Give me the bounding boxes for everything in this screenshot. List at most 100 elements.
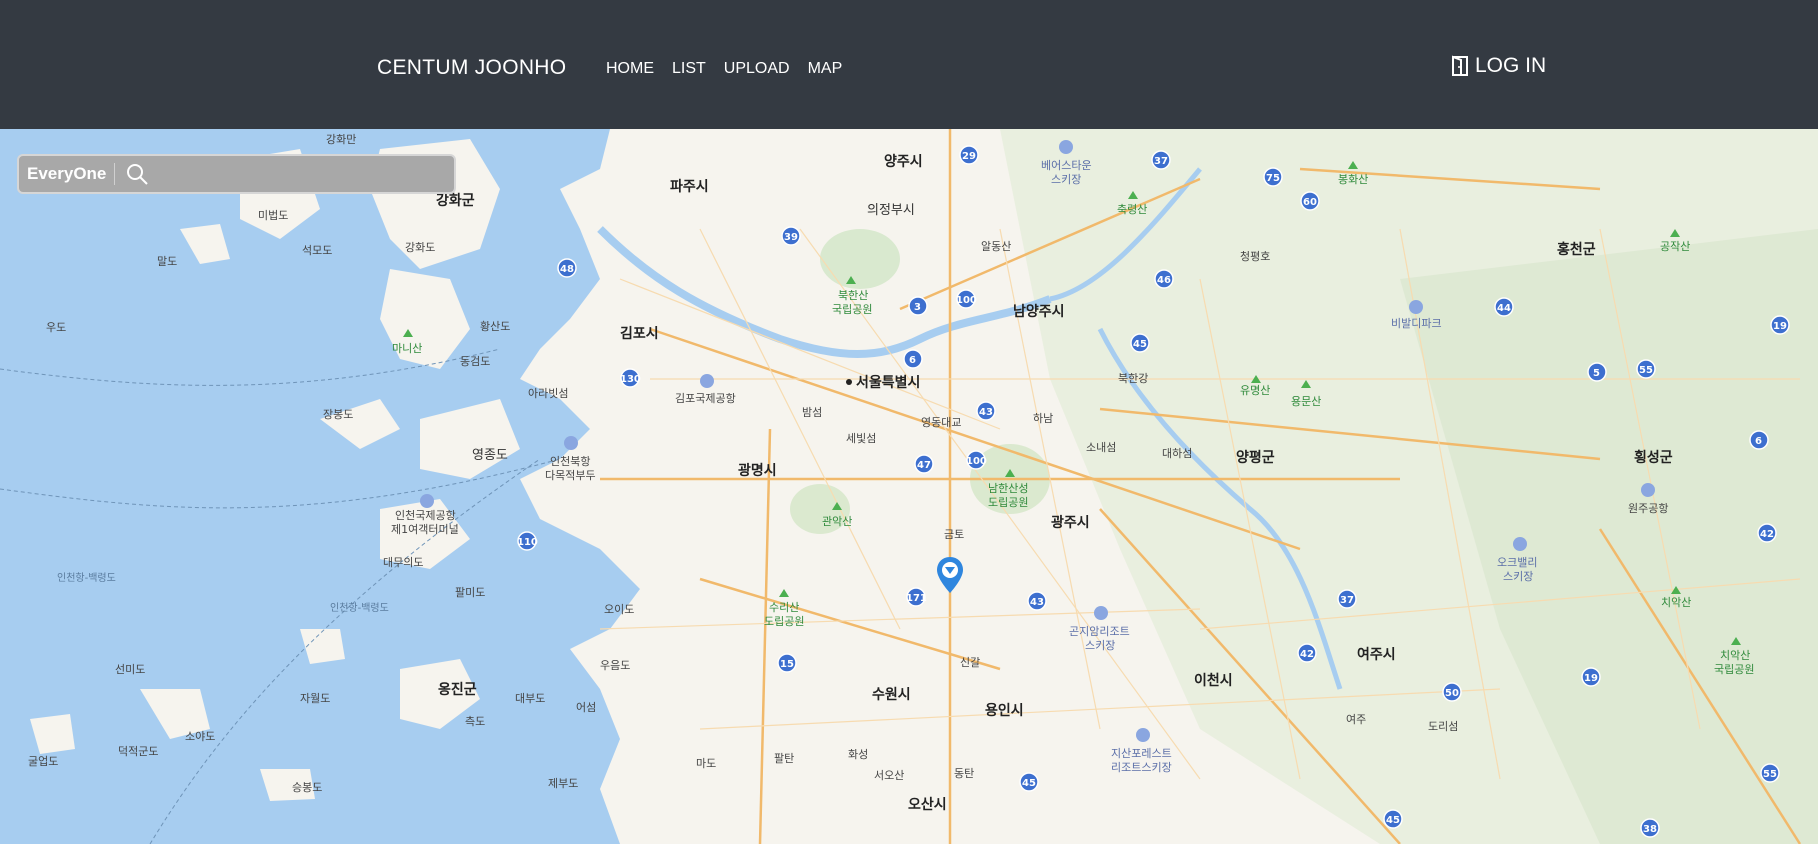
label-yeoju-jc: 여주 <box>1346 713 1366 726</box>
label-ganghwado: 강화도 <box>405 241 435 254</box>
svg-text:45: 45 <box>1133 339 1147 350</box>
label-sonaeseom: 소내섬 <box>1086 441 1116 454</box>
label-seonmido: 선미도 <box>115 663 145 676</box>
login-button[interactable]: LOG IN <box>1451 54 1546 78</box>
label-singal: 신갈 <box>960 655 980 669</box>
svg-text:43: 43 <box>979 407 993 418</box>
label-paju: 파주시 <box>670 179 709 195</box>
label-oido: 오이도 <box>604 603 634 616</box>
brand-logo[interactable]: CENTUM JOONHO <box>377 56 566 80</box>
search-divider <box>114 163 116 185</box>
label-dasibul2: 다목적부두 <box>545 469 596 482</box>
label-suwon: 수원시 <box>872 687 911 703</box>
label-surisan: 수리산 <box>769 601 799 614</box>
label-chiaksan-park: 국립공원 <box>1714 663 1754 676</box>
svg-text:6: 6 <box>1755 436 1762 447</box>
label-jeokdo: 측도 <box>465 715 485 728</box>
label-gimpo: 김포시 <box>620 325 659 342</box>
label-bukhansan-park: 국립공원 <box>832 303 872 316</box>
label-bamseom: 밤섬 <box>802 406 822 419</box>
label-ganghwa: 강화군 <box>436 192 475 209</box>
svg-text:100: 100 <box>956 295 977 306</box>
label-yeongjongdo: 영종도 <box>472 448 508 463</box>
svg-text:42: 42 <box>1760 529 1774 540</box>
audience-filter-button[interactable]: EveryOne <box>19 164 114 184</box>
label-hoengseong: 횡성군 <box>1634 449 1673 466</box>
label-daemuuido: 대무의도 <box>383 556 423 569</box>
svg-text:39: 39 <box>784 232 798 243</box>
label-hwangsando: 황산도 <box>480 320 510 333</box>
nav-upload-link[interactable]: UPLOAD <box>724 60 790 78</box>
map-search-bar: EveryOne <box>17 154 456 194</box>
label-jebudo: 제부도 <box>548 777 578 790</box>
svg-text:15: 15 <box>780 659 794 670</box>
label-uijeongbu: 의정부시 <box>867 203 915 218</box>
label-namyangju: 남양주시 <box>1013 303 1065 320</box>
label-madomado: 마도 <box>696 757 716 770</box>
svg-text:55: 55 <box>1639 365 1653 376</box>
login-label: LOG IN <box>1475 54 1547 77</box>
label-wonju-airport: 원주공항 <box>1628 502 1668 515</box>
label-yumyeongsan: 유명산 <box>1240 384 1270 397</box>
label-udo: 우도 <box>46 321 66 334</box>
label-hanam: 하남 <box>1033 411 1053 425</box>
svg-text:100: 100 <box>966 456 987 467</box>
label-donggeomdo: 동검도 <box>460 355 490 368</box>
label-maldo: 말도 <box>157 255 177 268</box>
map-canvas: 29 37 75 60 39 48 3 100 46 45 44 5 55 19… <box>0 129 1818 844</box>
label-chungnyeongsan: 축령산 <box>1117 203 1147 216</box>
label-paltan: 팔탄 <box>774 752 794 765</box>
label-sebit: 세빛섬 <box>846 432 876 445</box>
svg-text:38: 38 <box>1643 824 1657 835</box>
svg-text:43: 43 <box>1030 597 1044 608</box>
svg-text:3: 3 <box>914 302 921 313</box>
label-bearstown-ski: 스키장 <box>1051 173 1081 186</box>
top-navbar: CENTUM JOONHO HOME LIST UPLOAD MAP LOG I… <box>0 0 1818 129</box>
label-bearstown: 베어스타운 <box>1041 159 1092 172</box>
label-hongcheon: 홍천군 <box>1557 241 1596 258</box>
nav-list-link[interactable]: LIST <box>672 60 706 78</box>
svg-text:37: 37 <box>1340 595 1354 606</box>
svg-text:46: 46 <box>1157 275 1171 286</box>
label-seaway2: 인천항-백령도 <box>330 602 389 614</box>
label-cheongpyeong: 청평호 <box>1240 250 1270 263</box>
nav-home-link[interactable]: HOME <box>606 60 654 78</box>
svg-text:50: 50 <box>1445 688 1459 699</box>
svg-text:45: 45 <box>1022 778 1036 789</box>
label-dori: 도리섬 <box>1428 720 1458 733</box>
label-jisan-ski: 리조트스키장 <box>1111 761 1172 774</box>
label-gwangju: 광주시 <box>1051 514 1090 531</box>
label-hwaseong: 화성 <box>848 748 868 761</box>
label-mibeopdo: 미법도 <box>258 209 288 222</box>
label-jawoldo: 자월도 <box>300 692 330 705</box>
label-manisan: 마니산 <box>392 342 422 355</box>
label-icheon: 이천시 <box>1194 672 1233 689</box>
svg-text:55: 55 <box>1763 769 1777 780</box>
nav-map-link[interactable]: MAP <box>808 60 843 78</box>
label-incheon-airport: 인천국제공항 <box>395 508 456 522</box>
label-namhansan: 남한산성 <box>988 482 1028 495</box>
search-input[interactable] <box>149 156 454 192</box>
label-yeoju: 여주시 <box>1357 646 1396 663</box>
svg-text:19: 19 <box>1584 673 1598 684</box>
label-seokmodo: 석모도 <box>302 244 332 257</box>
svg-text:171: 171 <box>906 593 927 604</box>
label-vivaldi: 비발디파크 <box>1391 317 1442 330</box>
label-eoseom: 어섬 <box>576 701 596 714</box>
label-chiaksan2: 치악산 <box>1720 649 1750 662</box>
label-osan: 오산시 <box>908 796 947 813</box>
svg-text:42: 42 <box>1300 649 1314 660</box>
label-incheon-terminal: 제1여객터미널 <box>391 523 459 536</box>
label-ganghwaman: 강화만 <box>326 133 356 146</box>
label-yangju: 양주시 <box>884 154 923 170</box>
map-view[interactable]: 29 37 75 60 39 48 3 100 46 45 44 5 55 19… <box>0 129 1818 844</box>
label-gwangmyeong: 광명시 <box>738 462 777 479</box>
label-seaway1: 인천항-백령도 <box>57 572 116 584</box>
map-pin-icon[interactable] <box>937 557 963 593</box>
svg-text:60: 60 <box>1303 197 1317 208</box>
label-gonjiam-ski: 스키장 <box>1085 639 1115 652</box>
label-dongtan: 동탄 <box>954 767 974 780</box>
label-daebudo: 대부도 <box>515 692 545 705</box>
svg-text:45: 45 <box>1386 815 1400 826</box>
search-icon[interactable] <box>125 162 149 186</box>
